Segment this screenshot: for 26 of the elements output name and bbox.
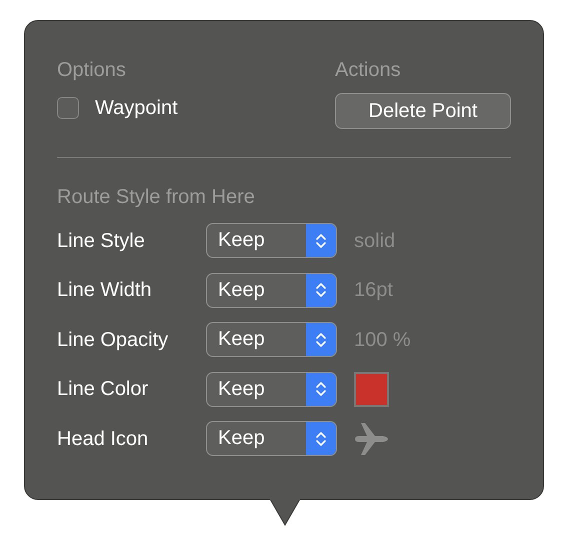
airplane-icon <box>353 422 389 456</box>
stepper-chevrons-icon <box>315 430 327 448</box>
section-title: Actions <box>335 58 402 83</box>
select-dropdown[interactable]: Keep <box>206 223 337 258</box>
row-label: Head Icon <box>57 426 150 452</box>
waypoint-checkbox[interactable] <box>57 97 79 119</box>
color-swatch[interactable] <box>354 372 389 407</box>
row-label: Line Color <box>57 377 150 402</box>
select-dropdown[interactable]: Keep <box>206 372 337 407</box>
select-dropdown[interactable]: Keep <box>206 272 337 308</box>
stepper-chevrons-icon <box>315 281 327 300</box>
row-label: Line Style <box>57 228 146 254</box>
value-text: 100 % <box>354 328 411 353</box>
section-title: Options <box>57 58 127 83</box>
delete-point-button[interactable]: Delete Point <box>335 93 511 129</box>
stepper-chevrons-icon <box>315 380 327 398</box>
stepper-chevrons-icon <box>315 330 327 349</box>
section-title: Route Style from Here <box>57 185 256 210</box>
value-text: solid <box>354 228 396 254</box>
checkbox-label: Waypoint <box>95 96 178 121</box>
value-text: 16pt <box>354 278 393 304</box>
select-dropdown[interactable]: Keep <box>206 421 337 456</box>
row-label: Line Opacity <box>57 328 170 353</box>
stepper-chevrons-icon <box>315 232 327 250</box>
select-dropdown[interactable]: Keep <box>206 322 337 358</box>
row-label: Line Width <box>57 278 152 304</box>
